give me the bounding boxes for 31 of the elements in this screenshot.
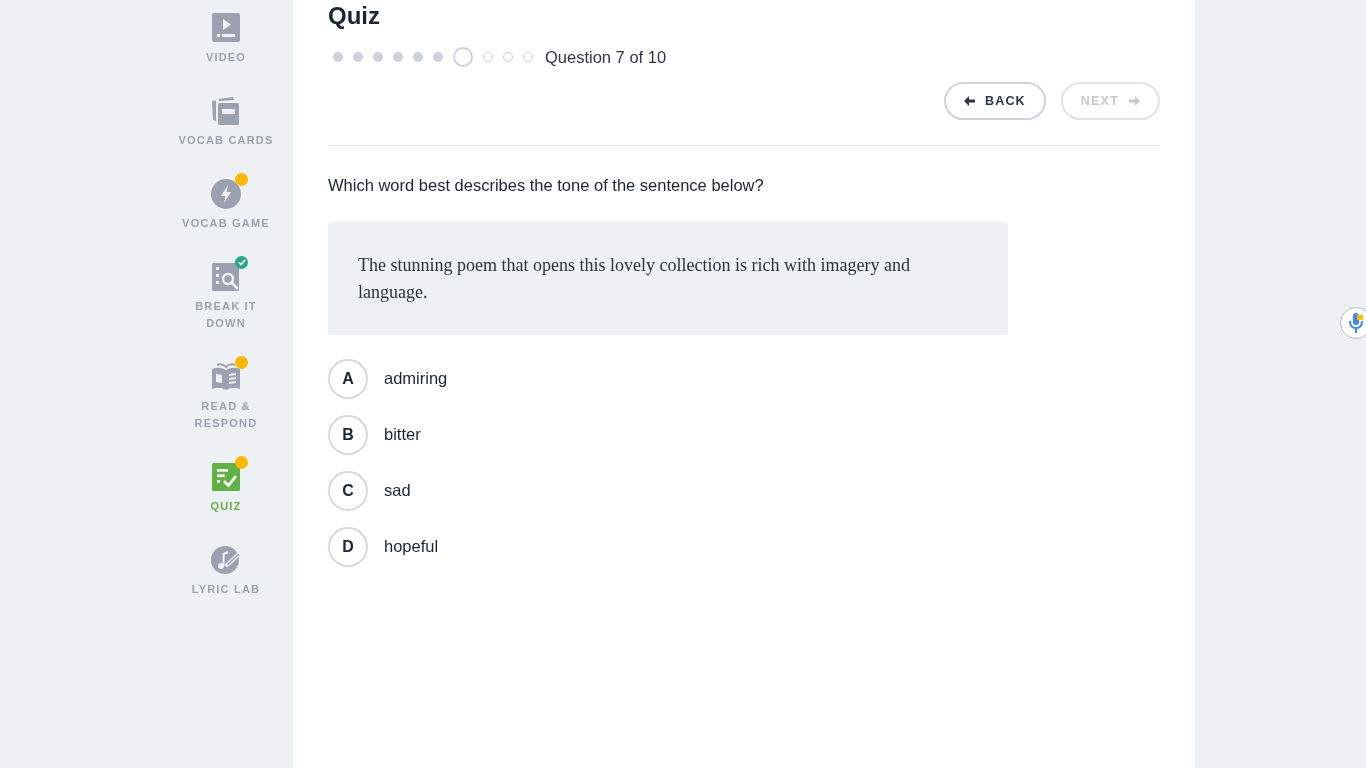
sidebar-item[interactable]: VOCAB GAME — [182, 179, 270, 232]
answer-option[interactable]: D hopeful — [328, 527, 443, 567]
music-pencil-icon — [211, 545, 241, 575]
voice-button[interactable] — [1340, 307, 1366, 339]
option-letter: D — [328, 527, 368, 567]
answer-option[interactable]: C sad — [328, 471, 415, 511]
option-letter: A — [328, 359, 368, 399]
sidebar-item[interactable]: BREAK IT DOWN — [174, 262, 278, 332]
sidebar-item[interactable]: LYRIC LAB — [191, 545, 261, 598]
magnifier-document-icon — [211, 262, 241, 292]
option-letter: C — [328, 471, 368, 511]
page-title: Quiz — [328, 1, 381, 31]
option-letter: B — [328, 415, 368, 455]
cards-icon — [211, 96, 241, 126]
sidebar-item[interactable]: VOCAB CARDS — [178, 96, 274, 149]
microphone-icon — [1349, 313, 1363, 333]
progress-label: Question 7 of 10 — [545, 47, 667, 67]
open-book-icon — [211, 362, 241, 392]
answer-option[interactable]: B bitter — [328, 415, 425, 455]
lightning-bolt-icon — [211, 179, 241, 209]
sidebar-item[interactable]: QUIZ — [210, 462, 242, 515]
passage-text: The stunning poem that opens this lovely collection is rich with imagery and language. — [358, 254, 911, 304]
arrow-right-icon — [1129, 96, 1140, 106]
back-button[interactable]: BACK — [943, 82, 1046, 120]
sidebar-item[interactable]: VIDEO — [205, 13, 247, 66]
checklist-icon — [211, 462, 241, 492]
video-icon — [211, 13, 241, 43]
question-text: Which word best describes the tone of the sentence below? — [328, 175, 765, 196]
answer-option[interactable]: A admiring — [328, 359, 452, 399]
sidebar-item[interactable]: READ & RESPOND — [174, 362, 278, 432]
arrow-left-icon — [963, 96, 975, 106]
